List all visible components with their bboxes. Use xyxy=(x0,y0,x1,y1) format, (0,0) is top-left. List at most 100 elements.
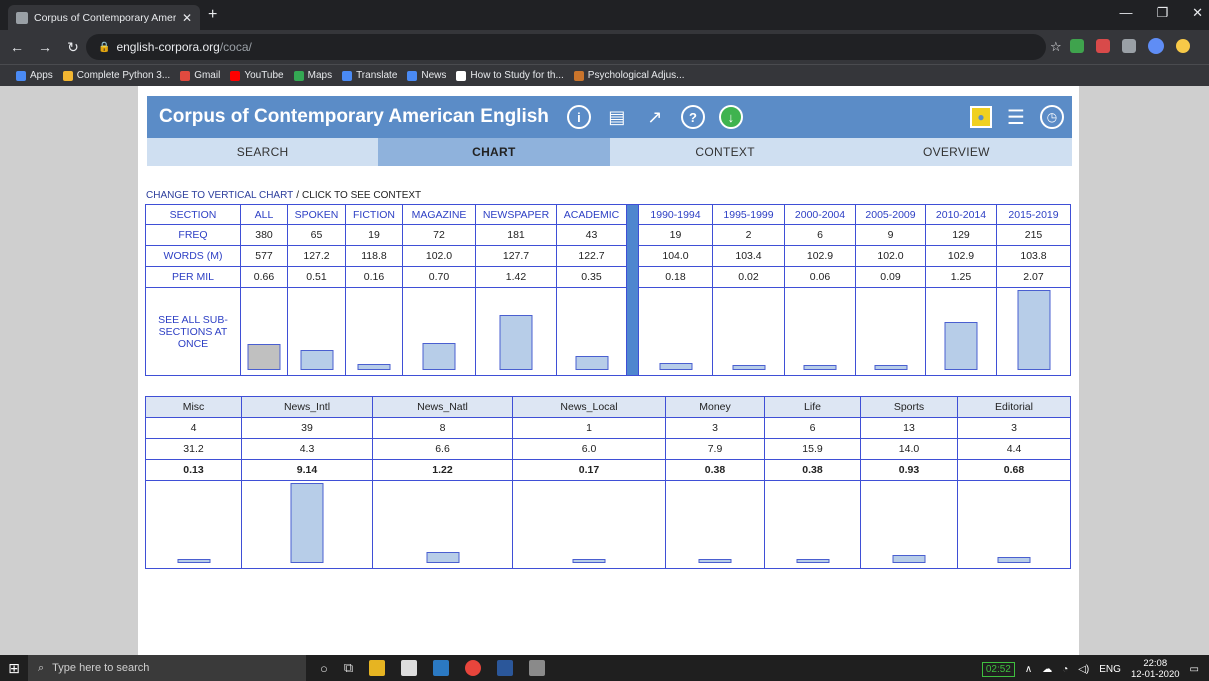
bar-cell[interactable] xyxy=(287,287,346,376)
paint-icon[interactable] xyxy=(529,660,546,676)
bookmark-apps[interactable]: Apps xyxy=(16,70,53,81)
bar-cell[interactable] xyxy=(240,287,288,376)
reload-icon[interactable]: ↻ xyxy=(62,39,84,56)
bookmark-star-icon[interactable]: ☆ xyxy=(1050,39,1062,55)
chrome-icon[interactable] xyxy=(465,660,482,676)
file-explorer-icon[interactable] xyxy=(369,660,386,676)
frequency-bar[interactable] xyxy=(572,559,606,563)
tab-context[interactable]: CONTEXT xyxy=(609,138,841,166)
site-title[interactable]: Corpus of Contemporary American English xyxy=(159,106,549,128)
notifications-icon[interactable]: ▭ xyxy=(1190,664,1199,675)
bar-cell[interactable] xyxy=(925,287,997,376)
bar-cell[interactable] xyxy=(345,287,403,376)
account-icon[interactable] xyxy=(1176,39,1190,53)
header-news-intl[interactable]: News_Intl xyxy=(241,396,373,418)
frequency-bar[interactable] xyxy=(874,365,907,370)
header-fiction[interactable]: FICTION xyxy=(345,204,403,225)
language-indicator[interactable]: ENG xyxy=(1099,664,1121,675)
bar-cell[interactable] xyxy=(860,480,958,569)
frequency-bar[interactable] xyxy=(944,322,978,370)
header-spoken[interactable]: SPOKEN xyxy=(287,204,346,225)
frequency-bar[interactable] xyxy=(892,555,926,563)
bar-cell[interactable] xyxy=(241,480,373,569)
bar-cell[interactable] xyxy=(957,480,1071,569)
see-all-subsections-link[interactable]: SEE ALL SUB-SECTIONS AT ONCE xyxy=(145,287,241,376)
reading-list-icon[interactable] xyxy=(1122,39,1136,53)
header-news-natl[interactable]: News_Natl xyxy=(372,396,513,418)
frequency-bar[interactable] xyxy=(357,364,391,370)
header-news-local[interactable]: News_Local xyxy=(512,396,666,418)
bar-cell[interactable] xyxy=(855,287,926,376)
header-misc[interactable]: Misc xyxy=(145,396,242,418)
header-life[interactable]: Life xyxy=(764,396,861,418)
url-input[interactable]: 🔒 english-corpora.org/coca/ xyxy=(86,34,1046,60)
tab-search[interactable]: SEARCH xyxy=(147,138,379,166)
download-icon[interactable]: ↓ xyxy=(718,105,743,129)
browser-tab[interactable]: Corpus of Contemporary Americ ✕ xyxy=(8,5,200,30)
bar-cell[interactable] xyxy=(556,287,627,376)
frequency-bar[interactable] xyxy=(422,343,456,370)
frequency-bar[interactable] xyxy=(499,315,533,370)
header-2005-2009[interactable]: 2005-2009 xyxy=(855,204,926,225)
bookmark-python[interactable]: Complete Python 3... xyxy=(62,70,170,81)
close-window-icon[interactable]: ✕ xyxy=(1192,5,1203,21)
header-sports[interactable]: Sports xyxy=(860,396,958,418)
restore-icon[interactable]: ❐ xyxy=(1156,5,1168,21)
minimize-icon[interactable]: — xyxy=(1119,5,1132,21)
bookmark-psych[interactable]: Psychological Adjus... xyxy=(573,70,685,81)
frequency-bar[interactable] xyxy=(796,559,829,563)
tab-chart[interactable]: CHART xyxy=(378,138,610,166)
frequency-bar[interactable] xyxy=(1017,290,1050,370)
header-all[interactable]: ALL xyxy=(240,204,288,225)
header-magazine[interactable]: MAGAZINE xyxy=(402,204,476,225)
task-view-icon[interactable]: ⧉ xyxy=(344,660,353,676)
battery-indicator[interactable]: 02:52 xyxy=(981,661,1015,677)
onedrive-icon[interactable]: ☁ xyxy=(1042,664,1052,675)
cortana-icon[interactable]: ○ xyxy=(320,661,328,676)
bookmark-youtube[interactable]: YouTube xyxy=(230,70,284,81)
bar-cell[interactable] xyxy=(784,287,856,376)
frequency-bar[interactable] xyxy=(732,365,765,370)
frequency-bar[interactable] xyxy=(698,559,732,563)
header-1995-1999[interactable]: 1995-1999 xyxy=(712,204,785,225)
mail-icon[interactable] xyxy=(401,660,418,676)
header-2000-2004[interactable]: 2000-2004 xyxy=(784,204,856,225)
frequency-bar[interactable] xyxy=(575,356,608,370)
bar-cell[interactable] xyxy=(372,480,513,569)
bookmark-translate[interactable]: Translate xyxy=(342,70,397,81)
header-money[interactable]: Money xyxy=(665,396,765,418)
bookmark-study[interactable]: How to Study for th... xyxy=(456,70,564,81)
header-newspaper[interactable]: NEWSPAPER xyxy=(475,204,557,225)
l-app-icon[interactable] xyxy=(433,660,450,676)
user-icon[interactable]: ● xyxy=(970,106,992,128)
bookmark-gmail[interactable]: Gmail xyxy=(180,70,220,81)
extension-icon[interactable] xyxy=(1070,39,1084,53)
close-tab-icon[interactable]: ✕ xyxy=(182,11,192,25)
header-editorial[interactable]: Editorial xyxy=(957,396,1071,418)
frequency-bar[interactable] xyxy=(997,557,1031,563)
click-to-see-context-link[interactable]: CLICK TO SEE CONTEXT xyxy=(302,190,421,201)
bar-cell[interactable] xyxy=(712,287,785,376)
frequency-bar[interactable] xyxy=(803,365,837,370)
taskbar-search-input[interactable]: ⌕ Type here to search xyxy=(28,655,306,681)
profile-avatar[interactable] xyxy=(1148,38,1164,54)
change-to-vertical-chart-link[interactable]: CHANGE TO VERTICAL CHART xyxy=(146,190,293,201)
bar-cell[interactable] xyxy=(402,287,476,376)
frequency-bar[interactable] xyxy=(659,363,692,370)
bar-cell[interactable] xyxy=(665,480,765,569)
word-icon[interactable] xyxy=(497,660,514,676)
bookmark-maps[interactable]: Maps xyxy=(293,70,332,81)
wifi-icon[interactable]: ◔ xyxy=(1062,664,1068,675)
frequency-bar[interactable] xyxy=(426,552,459,563)
windows-start-icon[interactable]: ⊞ xyxy=(0,655,28,681)
back-icon[interactable]: ← xyxy=(6,39,28,55)
bar-cell[interactable] xyxy=(475,287,557,376)
pocket-icon[interactable] xyxy=(1096,39,1110,53)
volume-icon[interactable]: ◁) xyxy=(1078,664,1089,675)
bar-cell[interactable] xyxy=(145,480,242,569)
header-1990-1994[interactable]: 1990-1994 xyxy=(638,204,713,225)
header-2010-2014[interactable]: 2010-2014 xyxy=(925,204,997,225)
document-icon[interactable]: ▤ xyxy=(605,105,629,129)
tab-overview[interactable]: OVERVIEW xyxy=(840,138,1072,166)
external-link-icon[interactable]: ↗ xyxy=(643,105,667,129)
